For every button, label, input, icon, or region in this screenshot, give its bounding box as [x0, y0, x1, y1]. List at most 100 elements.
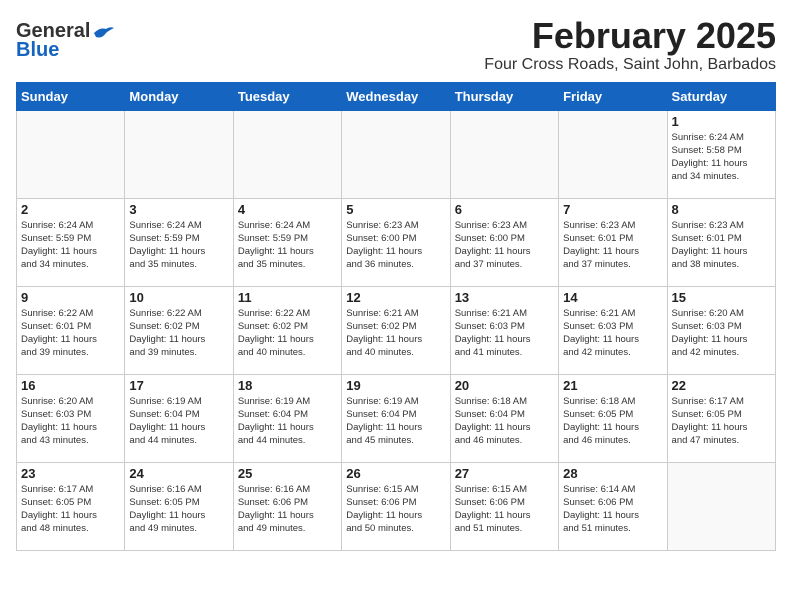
day-cell: 25Sunrise: 6:16 AM Sunset: 6:06 PM Dayli…	[233, 462, 341, 550]
day-cell: 8 Sunrise: 6:23 AM Sunset: 6:01 PM Daylig…	[667, 198, 775, 286]
day-cell: 16 Sunrise: 6:20 AM Sunset: 6:03 PM Dayli…	[17, 374, 125, 462]
day-cell	[342, 110, 450, 198]
day-info: Sunrise: 6:17 AM Sunset: 6:05 PM Dayligh…	[21, 483, 120, 536]
week-row-4: 16 Sunrise: 6:20 AM Sunset: 6:03 PM Dayli…	[17, 374, 776, 462]
calendar-header: SundayMondayTuesdayWednesdayThursdayFrid…	[17, 82, 776, 110]
day-info: Sunrise: 6:17 AM Sunset: 6:05 PM Dayligh…	[672, 395, 771, 448]
day-number: 26	[346, 466, 445, 481]
month-year-title: February 2025	[484, 16, 776, 56]
weekday-header-sunday: Sunday	[17, 82, 125, 110]
day-cell: 26 Sunrise: 6:15 AM Sunset: 6:06 PM Dayli…	[342, 462, 450, 550]
day-cell: 12 Sunrise: 6:21 AM Sunset: 6:02 PM Dayli…	[342, 286, 450, 374]
day-cell: 4 Sunrise: 6:24 AM Sunset: 5:59 PM Daylig…	[233, 198, 341, 286]
weekday-header-saturday: Saturday	[667, 82, 775, 110]
day-info: Sunrise: 6:18 AM Sunset: 6:04 PM Dayligh…	[455, 395, 554, 448]
weekday-header-tuesday: Tuesday	[233, 82, 341, 110]
day-cell: 21 Sunrise: 6:18 AM Sunset: 6:05 PM Dayli…	[559, 374, 667, 462]
day-number: 5	[346, 202, 445, 217]
day-cell: 15 Sunrise: 6:20 AM Sunset: 6:03 PM Dayli…	[667, 286, 775, 374]
day-cell	[450, 110, 558, 198]
day-number: 22	[672, 378, 771, 393]
day-cell	[667, 462, 775, 550]
day-cell	[17, 110, 125, 198]
day-info: Sunrise: 6:19 AM Sunset: 6:04 PM Dayligh…	[238, 395, 337, 448]
day-info: Sunrise: 6:24 AM Sunset: 5:59 PM Dayligh…	[129, 219, 228, 272]
day-number: 18	[238, 378, 337, 393]
day-info: Sunrise: 6:16 AM Sunset: 6:05 PM Dayligh…	[129, 483, 228, 536]
day-cell: 20 Sunrise: 6:18 AM Sunset: 6:04 PM Dayli…	[450, 374, 558, 462]
day-info: Sunrise: 6:16 AM Sunset: 6:06 PM Dayligh…	[238, 483, 337, 536]
day-cell: 23 Sunrise: 6:17 AM Sunset: 6:05 PM Dayli…	[17, 462, 125, 550]
day-info: Sunrise: 6:15 AM Sunset: 6:06 PM Dayligh…	[346, 483, 445, 536]
day-number: 13	[455, 290, 554, 305]
day-info: Sunrise: 6:20 AM Sunset: 6:03 PM Dayligh…	[21, 395, 120, 448]
weekday-header-monday: Monday	[125, 82, 233, 110]
day-number: 19	[346, 378, 445, 393]
calendar-table: SundayMondayTuesdayWednesdayThursdayFrid…	[16, 82, 776, 551]
logo: General Blue	[16, 20, 114, 62]
day-info: Sunrise: 6:23 AM Sunset: 6:01 PM Dayligh…	[563, 219, 662, 272]
page-header: General Blue February 2025 Four Cross Ro…	[16, 16, 776, 74]
day-cell: 17 Sunrise: 6:19 AM Sunset: 6:04 PM Dayli…	[125, 374, 233, 462]
day-cell: 13 Sunrise: 6:21 AM Sunset: 6:03 PM Dayli…	[450, 286, 558, 374]
day-info: Sunrise: 6:24 AM Sunset: 5:58 PM Dayligh…	[672, 131, 771, 184]
day-cell: 1Sunrise: 6:24 AM Sunset: 5:58 PM Daylig…	[667, 110, 775, 198]
day-info: Sunrise: 6:24 AM Sunset: 5:59 PM Dayligh…	[21, 219, 120, 272]
week-row-1: 1Sunrise: 6:24 AM Sunset: 5:58 PM Daylig…	[17, 110, 776, 198]
day-number: 4	[238, 202, 337, 217]
weekday-header-friday: Friday	[559, 82, 667, 110]
day-cell: 24 Sunrise: 6:16 AM Sunset: 6:05 PM Dayli…	[125, 462, 233, 550]
day-cell: 27 Sunrise: 6:15 AM Sunset: 6:06 PM Dayli…	[450, 462, 558, 550]
day-number: 2	[21, 202, 120, 217]
day-number: 27	[455, 466, 554, 481]
day-cell: 2 Sunrise: 6:24 AM Sunset: 5:59 PM Daylig…	[17, 198, 125, 286]
day-number: 23	[21, 466, 120, 481]
day-info: Sunrise: 6:21 AM Sunset: 6:03 PM Dayligh…	[455, 307, 554, 360]
day-info: Sunrise: 6:23 AM Sunset: 6:00 PM Dayligh…	[346, 219, 445, 272]
day-number: 21	[563, 378, 662, 393]
day-cell: 10Sunrise: 6:22 AM Sunset: 6:02 PM Dayli…	[125, 286, 233, 374]
day-number: 20	[455, 378, 554, 393]
day-number: 15	[672, 290, 771, 305]
day-info: Sunrise: 6:20 AM Sunset: 6:03 PM Dayligh…	[672, 307, 771, 360]
day-info: Sunrise: 6:19 AM Sunset: 6:04 PM Dayligh…	[129, 395, 228, 448]
weekday-header-thursday: Thursday	[450, 82, 558, 110]
day-info: Sunrise: 6:24 AM Sunset: 5:59 PM Dayligh…	[238, 219, 337, 272]
week-row-2: 2 Sunrise: 6:24 AM Sunset: 5:59 PM Daylig…	[17, 198, 776, 286]
day-cell: 14 Sunrise: 6:21 AM Sunset: 6:03 PM Dayli…	[559, 286, 667, 374]
day-cell: 7 Sunrise: 6:23 AM Sunset: 6:01 PM Daylig…	[559, 198, 667, 286]
day-cell: 28Sunrise: 6:14 AM Sunset: 6:06 PM Dayli…	[559, 462, 667, 550]
day-number: 10	[129, 290, 228, 305]
day-info: Sunrise: 6:21 AM Sunset: 6:02 PM Dayligh…	[346, 307, 445, 360]
week-row-3: 9Sunrise: 6:22 AM Sunset: 6:01 PM Daylig…	[17, 286, 776, 374]
week-row-5: 23 Sunrise: 6:17 AM Sunset: 6:05 PM Dayli…	[17, 462, 776, 550]
day-info: Sunrise: 6:18 AM Sunset: 6:05 PM Dayligh…	[563, 395, 662, 448]
day-number: 8	[672, 202, 771, 217]
day-info: Sunrise: 6:23 AM Sunset: 6:01 PM Dayligh…	[672, 219, 771, 272]
day-cell	[125, 110, 233, 198]
day-number: 11	[238, 290, 337, 305]
day-number: 12	[346, 290, 445, 305]
day-cell: 6 Sunrise: 6:23 AM Sunset: 6:00 PM Daylig…	[450, 198, 558, 286]
logo-blue-text: Blue	[16, 39, 59, 62]
day-info: Sunrise: 6:23 AM Sunset: 6:00 PM Dayligh…	[455, 219, 554, 272]
day-cell	[233, 110, 341, 198]
day-info: Sunrise: 6:15 AM Sunset: 6:06 PM Dayligh…	[455, 483, 554, 536]
day-number: 14	[563, 290, 662, 305]
day-info: Sunrise: 6:22 AM Sunset: 6:02 PM Dayligh…	[238, 307, 337, 360]
day-number: 16	[21, 378, 120, 393]
day-number: 28	[563, 466, 662, 481]
day-number: 24	[129, 466, 228, 481]
day-number: 7	[563, 202, 662, 217]
day-cell: 11 Sunrise: 6:22 AM Sunset: 6:02 PM Dayli…	[233, 286, 341, 374]
weekday-header-wednesday: Wednesday	[342, 82, 450, 110]
day-info: Sunrise: 6:21 AM Sunset: 6:03 PM Dayligh…	[563, 307, 662, 360]
day-number: 17	[129, 378, 228, 393]
day-cell	[559, 110, 667, 198]
day-cell: 19 Sunrise: 6:19 AM Sunset: 6:04 PM Dayli…	[342, 374, 450, 462]
location-subtitle: Four Cross Roads, Saint John, Barbados	[484, 56, 776, 74]
day-info: Sunrise: 6:22 AM Sunset: 6:01 PM Dayligh…	[21, 307, 120, 360]
day-number: 6	[455, 202, 554, 217]
day-cell: 9Sunrise: 6:22 AM Sunset: 6:01 PM Daylig…	[17, 286, 125, 374]
day-info: Sunrise: 6:19 AM Sunset: 6:04 PM Dayligh…	[346, 395, 445, 448]
